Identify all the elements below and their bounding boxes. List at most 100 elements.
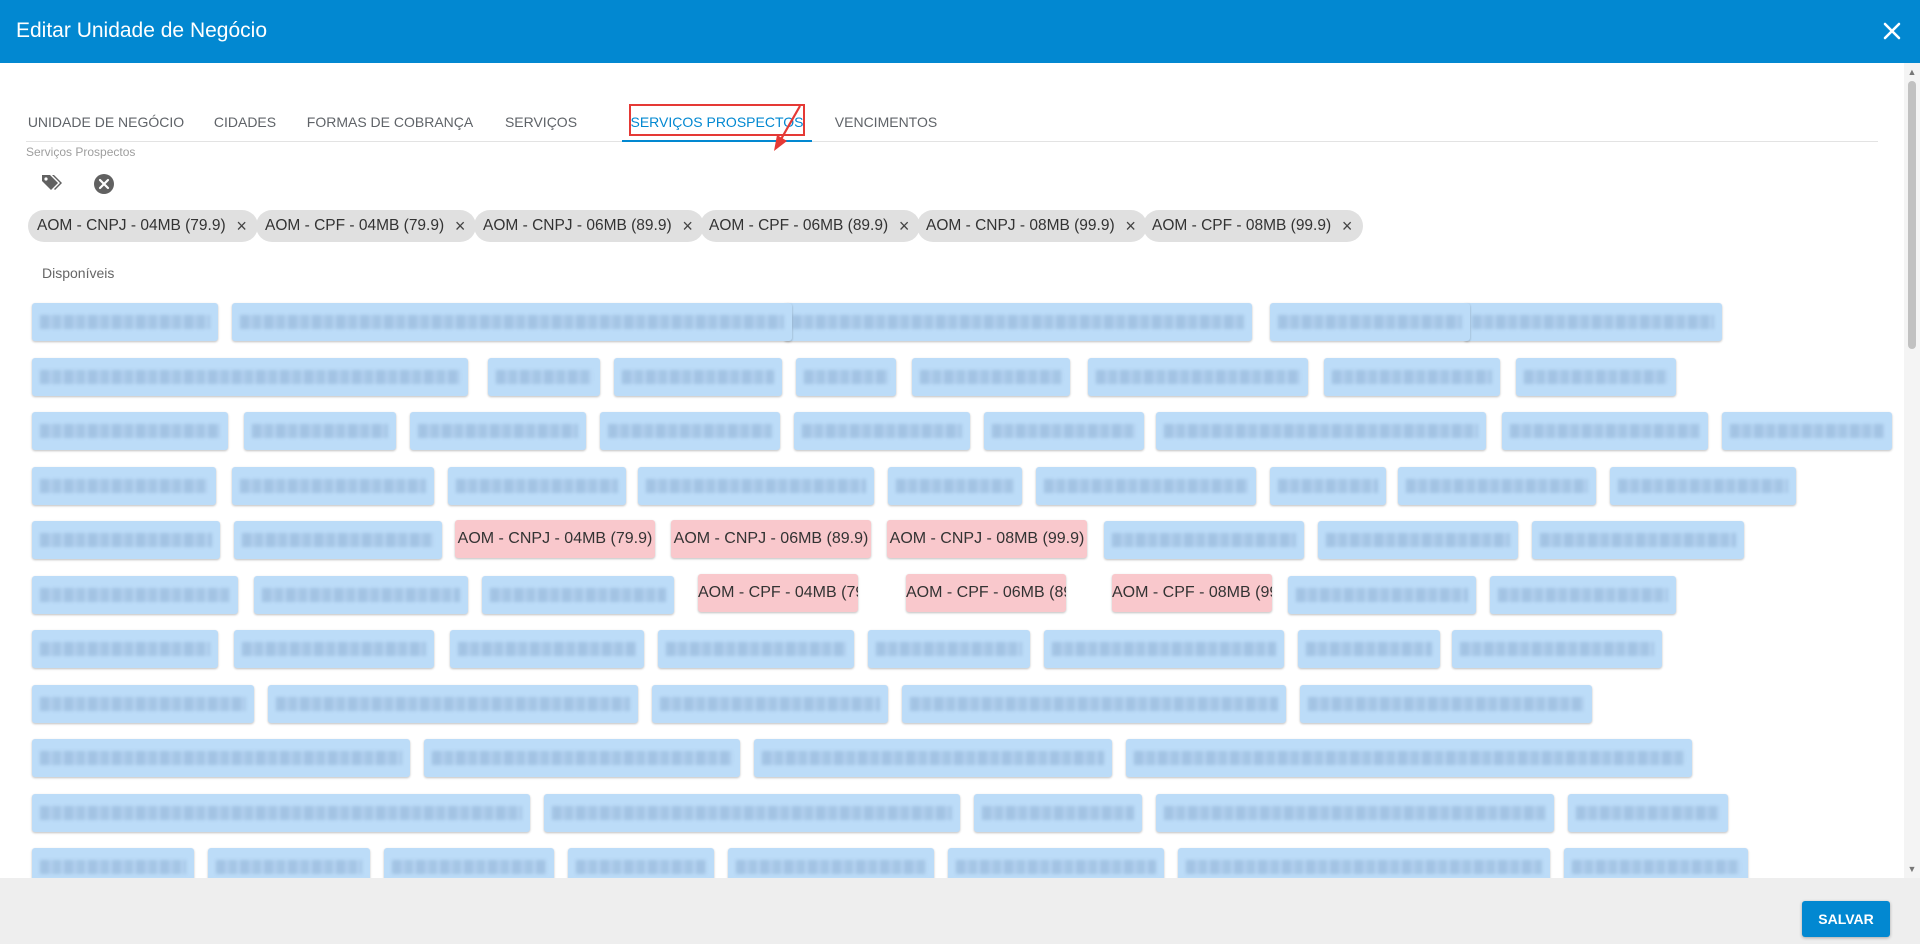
chip-remove-icon[interactable]: × [1123,210,1139,242]
available-service-pill-blurred[interactable] [1044,630,1284,668]
available-service-pill-blurred[interactable] [1036,467,1256,505]
chip-remove-icon[interactable]: × [680,210,696,242]
available-service-pill-blurred[interactable] [1532,521,1744,559]
available-service-pill-blurred[interactable] [424,739,740,777]
available-service-pill-blurred[interactable] [232,467,434,505]
available-service-pill[interactable]: AOM - CNPJ - 06MB (89.9) [671,520,871,558]
available-service-pill-blurred[interactable] [232,303,792,341]
available-service-pill-blurred[interactable] [1088,358,1308,396]
tab-servicos[interactable]: SERVIÇOS [492,100,590,142]
available-service-pill-blurred[interactable] [902,685,1286,723]
available-service-pill-blurred[interactable] [1722,412,1892,450]
available-service-pill-blurred[interactable] [1464,303,1722,341]
available-service-pill-blurred[interactable] [32,848,194,878]
available-service-pill[interactable]: AOM - CPF - 08MB (99.9) [1112,574,1272,612]
available-service-pill-blurred[interactable] [600,412,780,450]
available-service-pill-blurred[interactable] [754,739,1112,777]
tab-formas-de-cobranca[interactable]: FORMAS DE COBRANÇA [304,100,476,142]
available-service-pill-blurred[interactable] [652,685,888,723]
dialog-content: UNIDADE DE NEGÓCIO CIDADES FORMAS DE COB… [0,63,1920,878]
available-service-pill-blurred[interactable] [268,685,638,723]
available-service-pill-blurred[interactable] [32,467,216,505]
available-service-pill-blurred[interactable] [32,794,530,832]
available-service-pill-blurred[interactable] [1502,412,1708,450]
close-icon[interactable] [1878,17,1906,45]
available-service-pill-blurred[interactable] [32,521,220,559]
tab-vencimentos[interactable]: VENCIMENTOS [826,100,946,142]
scroll-down-icon[interactable]: ▼ [1907,864,1917,874]
available-service-pill-blurred[interactable] [888,467,1022,505]
scroll-thumb[interactable] [1908,81,1916,349]
tags-icon[interactable] [40,172,64,196]
available-service-pill-blurred[interactable] [912,358,1070,396]
available-service-pill-blurred[interactable] [1126,739,1692,777]
tab-unidade-de-negocio[interactable]: UNIDADE DE NEGÓCIO [26,100,186,142]
available-service-pill-blurred[interactable] [1610,467,1796,505]
available-service-pill-blurred[interactable] [638,467,874,505]
available-service-pill-blurred[interactable] [1568,794,1728,832]
save-button[interactable]: SALVAR [1802,901,1890,937]
available-service-pill-blurred[interactable] [32,412,228,450]
available-service-pill[interactable]: AOM - CPF - 04MB (79.9) [698,574,858,612]
available-service-pill-blurred[interactable] [32,303,218,341]
available-service-pill-blurred[interactable] [784,303,1252,341]
chip-remove-icon[interactable]: × [1339,210,1355,242]
available-service-pill-blurred[interactable] [410,412,586,450]
available-service-pill-blurred[interactable] [1270,467,1386,505]
available-service-pill-blurred[interactable] [448,467,626,505]
available-service-pill-blurred[interactable] [1298,630,1440,668]
available-service-pill-blurred[interactable] [948,848,1164,878]
available-service-pill-blurred[interactable] [384,848,554,878]
available-service-pill-blurred[interactable] [868,630,1030,668]
available-service-pill-blurred[interactable] [794,412,970,450]
available-service-pill-blurred[interactable] [1104,521,1304,559]
available-service-pill-blurred[interactable] [1516,358,1676,396]
available-service-pill-blurred[interactable] [1324,358,1500,396]
clear-circle-icon[interactable] [92,172,116,196]
available-service-pill-blurred[interactable] [614,358,782,396]
available-service-pill-blurred[interactable] [32,739,410,777]
blurred-text [956,860,1156,874]
tab-cidades[interactable]: CIDADES [202,100,288,142]
available-service-pill-blurred[interactable] [984,412,1144,450]
available-service-pill-blurred[interactable] [32,630,218,668]
available-service-pill-blurred[interactable] [450,630,644,668]
available-service-pill-blurred[interactable] [1178,848,1550,878]
available-service-pill-blurred[interactable] [1318,521,1518,559]
selected-chip: AOM - CNPJ - 04MB (79.9) × [28,210,258,242]
chip-label: AOM - CPF - 08MB (99.9) [1152,217,1332,234]
available-service-pill-blurred[interactable] [1564,848,1748,878]
available-service-pill-blurred[interactable] [728,848,934,878]
chip-remove-icon[interactable]: × [896,210,912,242]
available-service-pill-blurred[interactable] [1452,630,1662,668]
available-service-pill-blurred[interactable] [32,358,468,396]
available-service-pill-blurred[interactable] [796,358,896,396]
available-service-pill-blurred[interactable] [658,630,854,668]
available-service-pill[interactable]: AOM - CNPJ - 08MB (99.9) [887,520,1087,558]
available-service-pill-blurred[interactable] [1156,412,1486,450]
available-service-pill-blurred[interactable] [1300,685,1592,723]
available-service-pill-blurred[interactable] [488,358,600,396]
available-service-pill-blurred[interactable] [208,848,370,878]
available-service-pill-blurred[interactable] [234,521,442,559]
available-service-pill-blurred[interactable] [1398,467,1596,505]
available-service-pill-blurred[interactable] [234,630,434,668]
vertical-scrollbar[interactable]: ▲ ▼ [1904,63,1920,878]
available-service-pill-blurred[interactable] [32,576,238,614]
available-service-pill-blurred[interactable] [482,576,674,614]
available-service-pill-blurred[interactable] [254,576,468,614]
available-service-pill-blurred[interactable] [1490,576,1676,614]
available-service-pill-blurred[interactable] [1288,576,1476,614]
available-service-pill-blurred[interactable] [1270,303,1470,341]
available-service-pill-blurred[interactable] [244,412,396,450]
available-service-pill-blurred[interactable] [974,794,1142,832]
available-service-pill-blurred[interactable] [32,685,254,723]
available-service-pill[interactable]: AOM - CPF - 06MB (89.9) [906,574,1066,612]
chip-remove-icon[interactable]: × [234,210,250,242]
available-service-pill-blurred[interactable] [544,794,960,832]
available-service-pill-blurred[interactable] [1156,794,1554,832]
available-service-pill[interactable]: AOM - CNPJ - 04MB (79.9) [455,520,655,558]
chip-remove-icon[interactable]: × [452,210,468,242]
available-service-pill-blurred[interactable] [568,848,714,878]
scroll-up-icon[interactable]: ▲ [1907,67,1917,77]
